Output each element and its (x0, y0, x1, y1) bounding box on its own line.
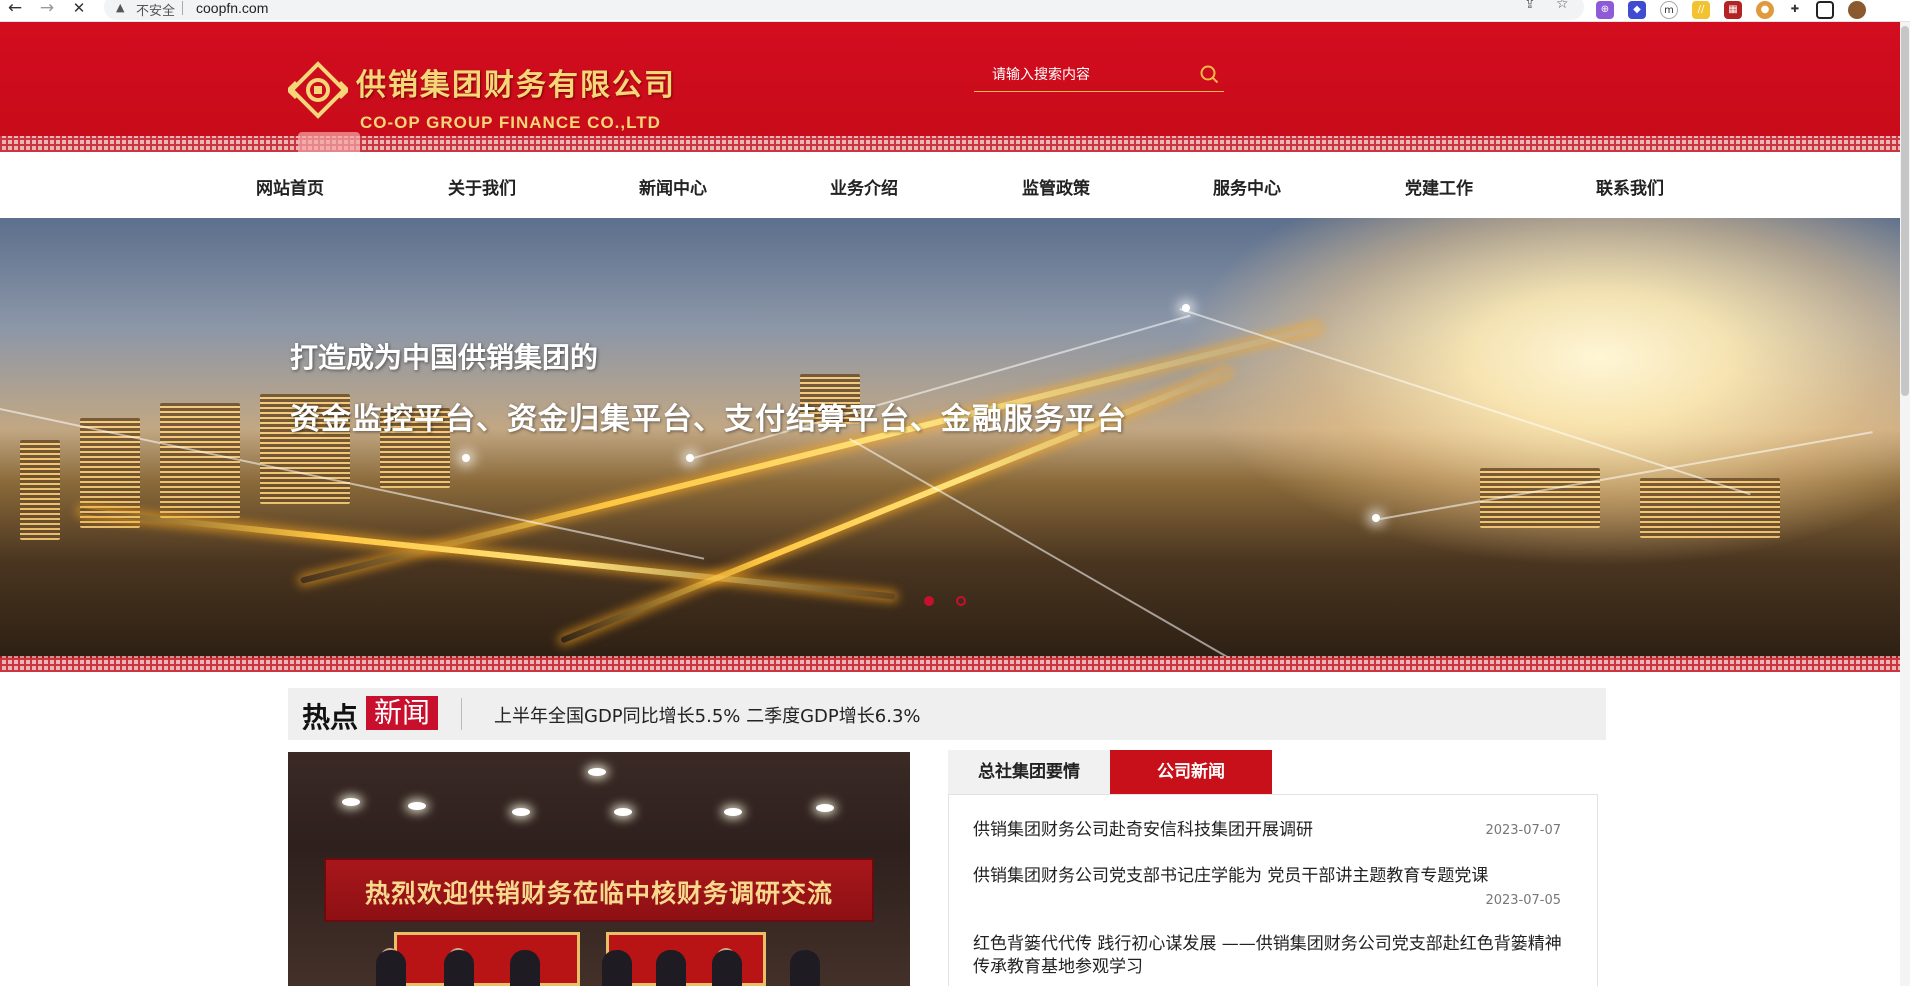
scrollbar-thumb[interactable] (1901, 26, 1909, 396)
main-navigation: 网站首页 关于我们 新闻中心 业务介绍 监管政策 服务中心 党建工作 联系我们 (0, 152, 1900, 218)
nav-item-service[interactable]: 服务中心 (1213, 174, 1281, 199)
nav-item-home[interactable]: 网站首页 (256, 174, 324, 199)
nav-item-about[interactable]: 关于我们 (448, 174, 516, 199)
extension-icon-3[interactable]: m (1660, 1, 1678, 19)
ceiling-light (588, 768, 606, 776)
logo-emblem-icon (288, 61, 348, 119)
building (160, 403, 240, 518)
welcome-board (394, 932, 580, 986)
person (790, 950, 820, 986)
forward-icon[interactable]: → (36, 0, 58, 20)
extension-icon-2[interactable]: ◆ (1628, 1, 1646, 19)
fret-border-top (0, 136, 1900, 152)
photo-banner-text: 热烈欢迎供销财务莅临中核财务调研交流 (364, 879, 833, 908)
back-icon[interactable]: ← (4, 0, 26, 20)
banner-title: 打造成为中国供销集团的 (290, 341, 599, 374)
news-item-date: 2023-07-05 (1485, 893, 1561, 908)
ceiling-light (512, 808, 530, 816)
news-photo[interactable]: 热烈欢迎供销财务莅临中核财务调研交流 (288, 752, 910, 986)
page-scrollbar[interactable] (1900, 22, 1910, 986)
nav-item-contact[interactable]: 联系我们 (1596, 174, 1664, 199)
ceiling-light (816, 804, 834, 812)
nav-item-news[interactable]: 新闻中心 (639, 174, 707, 199)
hero-banner[interactable]: 打造成为中国供销集团的 资金监控平台、资金归集平台、支付结算平台、金融服务平台 (0, 218, 1900, 658)
extension-icon-5[interactable]: ▦ (1724, 1, 1742, 19)
photo-banner: 热烈欢迎供销财务莅临中核财务调研交流 (324, 858, 874, 922)
stop-loading-icon[interactable]: ✕ (68, 0, 90, 20)
hot-news-strip: 热点 新闻 上半年全国GDP同比增长5.5% 二季度GDP增长6.3% (288, 688, 1606, 740)
news-item-title[interactable]: 供销集团财务公司赴奇安信科技集团开展调研 (973, 819, 1313, 842)
network-node (686, 454, 694, 462)
news-item-date: 2023-07-07 (1485, 823, 1561, 838)
ceiling-light (342, 798, 360, 806)
browser-toolbar: ← → ✕ ▲ 不安全 coopfn.com ⇪ ☆ ⊕ ◆ m // ▦ ● … (0, 0, 1910, 22)
person (444, 950, 474, 986)
fret-border-bottom (0, 656, 1900, 672)
profile-avatar[interactable] (1848, 1, 1866, 19)
hot-news-headline[interactable]: 上半年全国GDP同比增长5.5% 二季度GDP增长6.3% (494, 702, 921, 728)
tab-group-news[interactable]: 总社集团要情 (948, 750, 1110, 794)
carousel-dot[interactable] (956, 596, 966, 606)
news-item-title[interactable]: 供销集团财务公司党支部书记庄学能为 党员干部讲主题教育专题党课 (973, 865, 1488, 888)
url-text[interactable]: coopfn.com (196, 0, 268, 16)
person (376, 950, 406, 986)
news-list: 供销集团财务公司赴奇安信科技集团开展调研 2023-07-07 供销集团财务公司… (948, 794, 1598, 986)
site-header: 供销集团财务有限公司 CO-OP GROUP FINANCE CO.,LTD (0, 22, 1900, 136)
search-box (974, 60, 1224, 92)
nav-item-regulation[interactable]: 监管政策 (1022, 174, 1090, 199)
network-node (462, 454, 470, 462)
address-divider (182, 1, 183, 15)
address-bar[interactable]: ▲ 不安全 coopfn.com ⇪ ☆ (104, 0, 1584, 20)
network-node (1182, 304, 1190, 312)
side-panel-icon[interactable] (1816, 1, 1834, 19)
person (510, 950, 540, 986)
tab-company-news[interactable]: 公司新闻 (1110, 750, 1272, 794)
logo-chinese-name: 供销集团财务有限公司 (356, 68, 676, 103)
person (712, 950, 742, 986)
carousel-dot-active[interactable] (924, 596, 934, 606)
site-logo[interactable]: 供销集团财务有限公司 CO-OP GROUP FINANCE CO.,LTD (288, 52, 708, 138)
bookmark-star-icon[interactable]: ☆ (1556, 0, 1569, 12)
security-label[interactable]: 不安全 (136, 0, 175, 19)
network-node (1372, 514, 1380, 522)
building (20, 440, 60, 540)
news-label: 新闻 (366, 696, 439, 730)
hot-label: 热点 (302, 701, 359, 734)
ceiling-light (408, 802, 426, 810)
search-icon[interactable] (1198, 64, 1220, 86)
ceiling-light (614, 808, 632, 816)
network-line (690, 314, 1191, 460)
network-line (1380, 431, 1873, 520)
cookie-extension-icon[interactable]: ● (1756, 1, 1774, 19)
extension-icon-4[interactable]: // (1692, 1, 1710, 19)
news-item-title[interactable]: 红色背篓代代传 践行初心谋发展 ——供销集团财务公司党支部赴红色背篓精神传承教育… (973, 933, 1573, 979)
news-tabs: 总社集团要情 公司新闻 (948, 750, 1598, 794)
logo-english-name: CO-OP GROUP FINANCE CO.,LTD (360, 113, 661, 132)
warning-icon[interactable]: ▲ (116, 1, 124, 14)
person (656, 950, 686, 986)
network-line (849, 438, 1284, 658)
building (1640, 478, 1780, 538)
hot-divider (461, 698, 462, 730)
nav-item-party[interactable]: 党建工作 (1405, 174, 1473, 199)
extension-icon-1[interactable]: ⊕ (1596, 1, 1614, 19)
nav-item-business[interactable]: 业务介绍 (830, 174, 898, 199)
puzzle-icon[interactable]: ✚ (1786, 1, 1804, 19)
search-input[interactable] (974, 60, 1194, 90)
share-icon[interactable]: ⇪ (1524, 0, 1536, 12)
person (602, 950, 632, 986)
ceiling-light (724, 808, 742, 816)
banner-subtitle: 资金监控平台、资金归集平台、支付结算平台、金融服务平台 (290, 402, 1127, 437)
